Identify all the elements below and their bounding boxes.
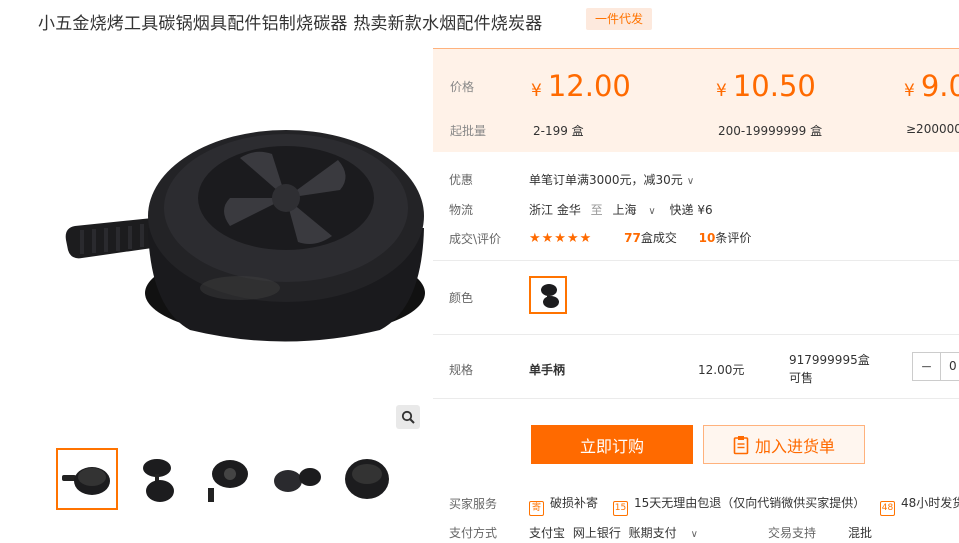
color-label: 颜色: [449, 291, 474, 305]
divider: [433, 398, 959, 399]
buy-now-button[interactable]: 立即订购: [531, 425, 693, 464]
service-item-3[interactable]: 48 48小时发货: [880, 494, 959, 516]
delivery-time-icon: 48: [880, 501, 895, 516]
services-label: 买家服务: [449, 497, 498, 511]
shipping-fee: 快递 ¥6: [669, 203, 713, 217]
payment-methods[interactable]: 支付宝 网上银行 账期支付 ∨: [529, 524, 698, 541]
price-panel: 价格 起批量 ¥12.00 2-199 盒 ¥10.50 200-1999999…: [433, 48, 959, 152]
price-label: 价格: [450, 80, 475, 94]
chevron-down-icon[interactable]: ∨: [691, 529, 698, 540]
deal-count-link[interactable]: 77盒成交: [624, 231, 677, 245]
minus-button[interactable]: −: [913, 353, 941, 380]
main-product-image[interactable]: [40, 48, 430, 428]
zoom-icon[interactable]: [396, 405, 420, 429]
replacement-icon: 寄: [529, 501, 544, 516]
service-item-1[interactable]: 寄破损补寄: [529, 494, 598, 516]
destination-select[interactable]: 上海: [613, 203, 637, 217]
spec-label: 规格: [449, 363, 474, 377]
deals-info: ★★★★★ 77盒成交 10条评价: [529, 229, 751, 246]
chevron-down-icon: ∨: [686, 176, 695, 187]
thumbnail-1[interactable]: [56, 448, 118, 510]
spec-name: 单手柄: [529, 363, 566, 377]
tier-range-1: 2-199 盒: [533, 124, 584, 138]
chevron-down-icon[interactable]: ∨: [648, 206, 655, 217]
tier-price-2: ¥10.50: [716, 69, 816, 103]
quantity-input[interactable]: 0: [941, 353, 957, 380]
add-to-cart-button[interactable]: 加入进货单: [703, 425, 865, 464]
promo-label: 优惠: [449, 173, 474, 187]
spec-stock: 917999995盒可售: [789, 353, 870, 385]
divider: [433, 334, 959, 335]
thumbnail-4[interactable]: [266, 448, 328, 510]
service-item-2[interactable]: 15 15天无理由包退（仅向代销微供买家提供）: [613, 494, 865, 516]
review-count-link[interactable]: 10条评价: [699, 231, 752, 245]
thumbnail-3[interactable]: [196, 448, 258, 510]
tier-range-3: ≥2000000: [906, 122, 959, 136]
tier-price-1: ¥12.00: [531, 69, 631, 103]
dropship-badge[interactable]: 一件代发: [586, 8, 653, 30]
return-icon: 15: [613, 501, 628, 516]
color-option-black[interactable]: [529, 276, 567, 314]
thumbnail-2[interactable]: [126, 448, 188, 510]
spec-price: 12.00元: [698, 363, 745, 377]
promo-dropdown[interactable]: 单笔订单满3000元，减30元 ∨: [529, 171, 694, 188]
clipboard-icon: [733, 435, 749, 454]
payment-label: 支付方式: [449, 526, 498, 540]
rating-stars: ★★★★★: [529, 231, 593, 246]
tier-range-2: 200-19999999 盒: [718, 124, 823, 138]
product-title: 小五金烧烤工具碳锅烟具配件铝制烧碳器 热卖新款水烟配件烧炭器: [38, 14, 543, 34]
divider: [433, 260, 959, 261]
tier-price-3: ¥9.0: [904, 69, 959, 103]
logistics-info: 浙江 金华 至 上海 ∨ 快递 ¥6: [529, 203, 713, 217]
logistics-label: 物流: [449, 203, 474, 217]
thumbnail-strip: [56, 448, 398, 510]
trade-support-value: 混批: [848, 526, 873, 540]
deals-label: 成交\评价: [449, 232, 502, 246]
origin-text: 浙江 金华: [529, 203, 581, 217]
trade-support-label: 交易支持: [768, 526, 817, 540]
moq-label: 起批量: [450, 124, 487, 138]
thumbnail-5[interactable]: [336, 448, 398, 510]
quantity-stepper[interactable]: − 0: [912, 352, 959, 381]
